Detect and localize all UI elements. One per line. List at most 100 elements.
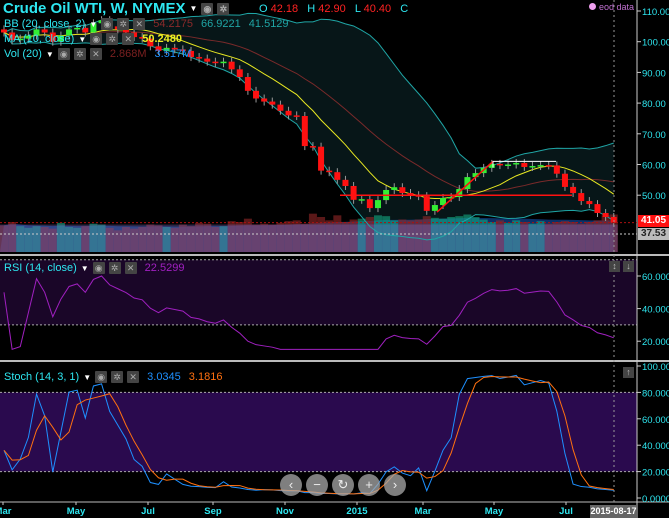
candle-body xyxy=(244,77,251,91)
time-tick-label: May xyxy=(485,506,504,517)
eye-icon[interactable]: ◉ xyxy=(201,2,214,15)
candle-body xyxy=(561,173,568,187)
line-price-label: 37.53 xyxy=(638,228,669,240)
candle-body xyxy=(236,69,243,78)
candle-body xyxy=(423,196,430,211)
gear-icon[interactable]: ✲ xyxy=(108,262,121,274)
ohlc-readout: O 42.18 H 42.90 L 40.40 C xyxy=(259,3,409,15)
eye-icon[interactable]: ◉ xyxy=(101,18,114,30)
candle-body xyxy=(196,57,203,59)
caret-down-icon[interactable]: ▼ xyxy=(83,373,91,382)
legend-vol[interactable]: Vol (20) ▼ ◉ ✲ ✕ 2.868M 3.517M xyxy=(4,48,191,60)
candle-body xyxy=(212,61,219,64)
eye-icon[interactable]: ◉ xyxy=(95,371,108,383)
stoch-tick-label: 80.000 xyxy=(642,388,669,399)
legend-ma[interactable]: MA (10, close) ▼ ◉ ✲ ✕ 50.2480 xyxy=(4,33,182,45)
time-tick-label: 2015 xyxy=(346,506,368,517)
stoch-band xyxy=(0,392,637,472)
chart-canvas[interactable]: 110.00 100.00 90.00 80.00 70.00 60.00 50.00 60.… xyxy=(0,0,669,518)
time-tick-label: Nov xyxy=(276,506,295,517)
eye-icon[interactable]: ◉ xyxy=(90,33,103,45)
candle-body xyxy=(318,146,325,171)
caret-down-icon[interactable]: ▼ xyxy=(78,35,86,44)
close-icon[interactable]: ✕ xyxy=(124,262,137,274)
time-tick-label: Jul xyxy=(559,506,573,517)
candle-body xyxy=(269,101,276,105)
candle-body xyxy=(578,193,585,202)
reset-button[interactable]: ↻ xyxy=(332,474,354,496)
move-up-icon[interactable]: ↑ xyxy=(623,367,634,378)
candle xyxy=(318,142,325,175)
last-price-label: 41.05 xyxy=(638,215,669,227)
maximize-pane-icon[interactable]: ↕ xyxy=(609,261,620,272)
eye-icon[interactable]: ◉ xyxy=(92,262,105,274)
caret-down-icon[interactable]: ▼ xyxy=(46,50,54,59)
candle-body xyxy=(220,61,227,64)
candle-body xyxy=(334,172,341,180)
candle-body xyxy=(399,187,406,194)
legend-stoch[interactable]: Stoch (14, 3, 1) ▼ ◉ ✲ ✕ 3.0345 3.1816 xyxy=(4,371,222,383)
legend-bb[interactable]: BB (20, close, 2) ▼ ◉ ✲ ✕ 54.2175 66.9221 41.51… xyxy=(4,18,289,30)
time-tick-label: Mar xyxy=(0,506,12,517)
candle-body xyxy=(431,205,438,211)
candle-body xyxy=(293,115,300,117)
stoch-tick-label: 60.000 xyxy=(642,415,669,426)
close-icon[interactable]: ✕ xyxy=(89,48,102,60)
scroll-left-button[interactable]: ‹ xyxy=(280,474,302,496)
rsi-tick-label: 60.000 xyxy=(642,272,669,283)
candle-body xyxy=(277,104,284,111)
rsi-tick-label: 20.000 xyxy=(642,337,669,348)
scroll-right-button[interactable]: › xyxy=(384,474,406,496)
stoch-tick-label: 0.0000 xyxy=(642,494,669,505)
dot-icon xyxy=(589,3,596,10)
move-down-icon[interactable]: ↓ xyxy=(623,261,634,272)
candle-body xyxy=(391,187,398,190)
price-tick-label: 90.00 xyxy=(642,68,666,79)
gear-icon[interactable]: ✲ xyxy=(106,33,119,45)
price-tick-label: 80.00 xyxy=(642,99,666,110)
stoch-tick-label: 20.000 xyxy=(642,468,669,479)
candle-body xyxy=(496,163,503,166)
candle-body xyxy=(553,165,560,174)
close-icon[interactable]: ✕ xyxy=(127,371,140,383)
gear-icon[interactable]: ✲ xyxy=(217,2,230,15)
candle-body xyxy=(358,199,365,201)
candle-body xyxy=(228,61,235,70)
candle-body xyxy=(529,166,536,168)
candle-body xyxy=(521,162,528,167)
volume-overlay xyxy=(0,224,618,252)
candle-body xyxy=(537,165,544,167)
gear-icon[interactable]: ✲ xyxy=(111,371,124,383)
candle-body xyxy=(261,98,268,102)
caret-down-icon[interactable]: ▼ xyxy=(81,264,89,273)
candle-body xyxy=(326,170,333,173)
candle-body xyxy=(374,200,381,209)
candle-body xyxy=(586,201,593,205)
cursor-date-label: 2015-08-17 xyxy=(590,505,637,518)
candle-body xyxy=(513,162,520,165)
candle-body xyxy=(602,213,609,217)
close-icon[interactable]: ✕ xyxy=(122,33,135,45)
stoch-tick-label: 100.00 xyxy=(642,362,669,373)
close-icon[interactable]: ✕ xyxy=(133,18,146,30)
price-tick-label: 60.00 xyxy=(642,161,666,172)
candle-body xyxy=(301,115,308,147)
candle-body xyxy=(505,164,512,166)
gear-icon[interactable]: ✲ xyxy=(73,48,86,60)
price-tick-label: 50.00 xyxy=(642,191,666,202)
caret-down-icon[interactable]: ▼ xyxy=(89,20,97,29)
time-tick-label: Sep xyxy=(204,506,222,517)
price-tick-label: 100.00 xyxy=(642,38,669,49)
price-tick-label: 70.00 xyxy=(642,130,666,141)
data-source: eod data xyxy=(589,2,634,12)
caret-down-icon[interactable]: ▼ xyxy=(190,4,198,13)
gear-icon[interactable]: ✲ xyxy=(117,18,130,30)
stoch-tick-label: 40.000 xyxy=(642,441,669,452)
zoom-out-button[interactable]: − xyxy=(306,474,328,496)
candle-body xyxy=(570,186,577,194)
symbol-title[interactable]: Crude Oil WTI, W, NYMEX ▼ ◉ ✲ xyxy=(3,0,230,17)
eye-icon[interactable]: ◉ xyxy=(57,48,70,60)
zoom-in-button[interactable]: + xyxy=(358,474,380,496)
rsi-tick-label: 40.000 xyxy=(642,305,669,316)
legend-rsi[interactable]: RSI (14, close) ▼ ◉ ✲ ✕ 22.5299 xyxy=(4,262,184,274)
